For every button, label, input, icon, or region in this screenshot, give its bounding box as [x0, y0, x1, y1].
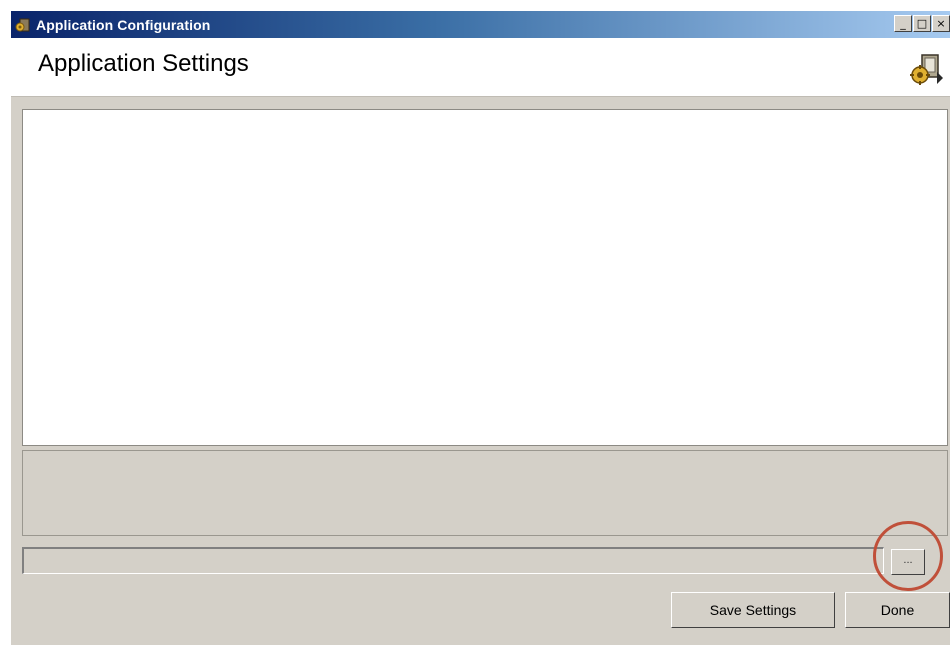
info-panel	[22, 450, 948, 536]
done-button[interactable]: Done	[845, 592, 950, 628]
app-window: Application Configuration _ □ × Applicat…	[11, 11, 950, 645]
window-title: Application Configuration	[36, 16, 211, 33]
minimize-button[interactable]: _	[894, 15, 912, 32]
header-banner: Application Settings	[11, 38, 950, 97]
title-bar[interactable]: Application Configuration _ □ ×	[11, 11, 950, 38]
caption-buttons: _ □ ×	[893, 15, 950, 32]
app-config-icon	[15, 17, 31, 33]
browse-button[interactable]: ...	[891, 549, 925, 575]
settings-wizard-icon	[910, 52, 944, 86]
page-title: Application Settings	[38, 50, 249, 77]
path-input[interactable]	[22, 547, 884, 574]
settings-list-panel[interactable]	[22, 109, 948, 446]
maximize-button[interactable]: □	[913, 15, 931, 32]
close-button[interactable]: ×	[932, 15, 950, 32]
save-settings-button[interactable]: Save Settings	[671, 592, 835, 628]
